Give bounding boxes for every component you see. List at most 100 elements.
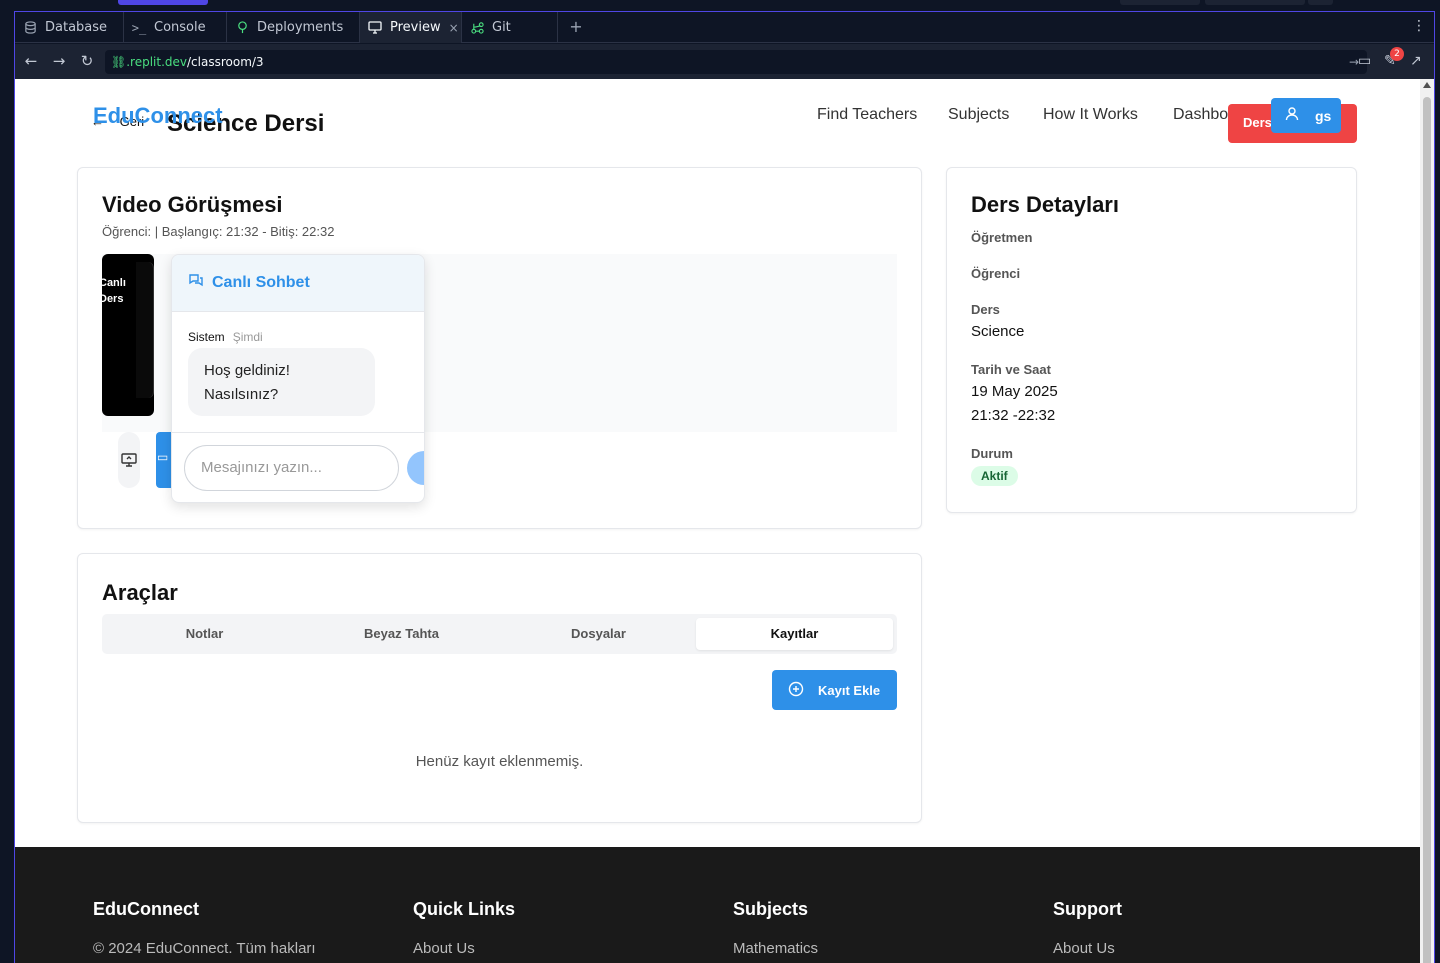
footer-column: EduConnect © 2024 EduConnect. Tüm haklar… <box>93 899 316 957</box>
reload-icon[interactable]: ↻ <box>79 53 95 69</box>
add-record-button[interactable]: Kayıt Ekle <box>772 670 897 710</box>
video-call-card: Video Görüşmesi Öğrenci: | Başlangıç: 21… <box>77 167 922 529</box>
url-domain: .replit.dev <box>126 55 188 69</box>
notification-badge: 2 <box>1390 47 1404 61</box>
message-sender: Sistem <box>188 330 225 344</box>
message-line: Hoş geldiniz! <box>204 362 290 379</box>
footer-link[interactable]: About Us <box>1053 940 1122 957</box>
tab-database[interactable]: Database <box>15 12 124 43</box>
screen-share-icon <box>121 453 137 467</box>
close-icon[interactable]: × <box>449 21 459 35</box>
footer-column: Quick Links About Us <box>413 899 515 957</box>
git-icon <box>470 21 484 35</box>
more-menu-icon[interactable]: ⋮ <box>1412 18 1426 34</box>
footer-copyright: © 2024 EduConnect. Tüm hakları <box>93 940 316 957</box>
open-new-tab-icon[interactable]: ↗ <box>1410 53 1422 69</box>
status-badge: Aktif <box>971 466 1018 486</box>
ide-top-tab[interactable] <box>1205 0 1305 5</box>
page-scrollbar[interactable] <box>1420 79 1434 963</box>
preview-viewport: ← Geri Science Dersi EduConnect Find Tea… <box>15 79 1420 963</box>
time-value: 21:32 -22:32 <box>971 407 1056 424</box>
site-footer: EduConnect © 2024 EduConnect. Tüm haklar… <box>15 847 1420 963</box>
chat-footer: Mesajınızı yazın... <box>172 432 424 502</box>
tools-card: Araçlar Notlar Beyaz Tahta Dosyalar Kayı… <box>77 553 922 823</box>
tab-label: Console <box>154 20 206 35</box>
add-tab-button[interactable]: + <box>567 18 585 36</box>
video-frame-edge <box>136 262 154 398</box>
nav-how-it-works[interactable]: How It Works <box>1043 106 1138 124</box>
nav-subjects[interactable]: Subjects <box>948 106 1009 124</box>
tab-files[interactable]: Dosyalar <box>500 618 697 650</box>
devices-icon[interactable]: ▭ <box>1358 53 1371 69</box>
footer-heading: EduConnect <box>93 899 199 919</box>
link-icon: ⛓ <box>111 55 127 69</box>
message-bubble: Hoş geldiniz! Nasılsınız? <box>188 348 375 416</box>
teacher-label: Öğretmen <box>971 230 1033 245</box>
tab-label: Database <box>45 20 108 35</box>
subject-value: Science <box>971 323 1025 340</box>
send-button[interactable] <box>407 451 424 485</box>
student-label: Öğrenci <box>971 266 1021 281</box>
tab-recordings[interactable]: Kayıtlar <box>696 618 893 650</box>
chat-panel: Canlı Sohbet Sistem Şimdi Hoş geldiniz! N… <box>171 254 425 503</box>
plus-circle-icon <box>788 681 804 700</box>
back-arrow-icon[interactable]: ← <box>23 53 39 69</box>
lesson-details-card: Ders Detayları Öğretmen Öğrenci Ders Sci… <box>946 167 1357 513</box>
footer-link[interactable]: About Us <box>413 940 515 957</box>
ide-top-tab[interactable] <box>1120 0 1200 5</box>
tab-label: Git <box>492 20 511 35</box>
forward-arrow-icon[interactable]: → <box>51 53 67 69</box>
tools-title: Araçlar <box>102 580 178 605</box>
status-label: Durum <box>971 446 1013 461</box>
ide-tab-bar: Database >_ Console Deployments Preview … <box>15 12 1434 43</box>
video-subtitle: Öğrenci: | Başlangıç: 21:32 - Bitiş: 22:… <box>102 224 335 239</box>
tab-notes[interactable]: Notlar <box>106 618 303 650</box>
tab-deployments[interactable]: Deployments <box>227 12 360 43</box>
footer-link[interactable]: Mathematics <box>733 940 818 957</box>
tab-git[interactable]: Git <box>462 12 558 43</box>
console-icon: >_ <box>131 20 147 35</box>
video-title: Video Görüşmesi <box>102 192 283 217</box>
scrollbar-thumb[interactable] <box>1423 97 1431 963</box>
ide-top-tab[interactable] <box>1308 0 1333 5</box>
message-time: Şimdi <box>232 330 263 344</box>
user-initials: gs <box>1315 107 1332 124</box>
details-title: Ders Detayları <box>971 192 1119 217</box>
chat-bubbles-icon <box>188 273 204 294</box>
tools-tabs: Notlar Beyaz Tahta Dosyalar Kayıtlar <box>102 614 897 654</box>
tab-whiteboard[interactable]: Beyaz Tahta <box>303 618 500 650</box>
chat-toggle-button[interactable]: ▭ <box>156 432 172 488</box>
deployments-icon <box>235 21 249 35</box>
url-field[interactable]: ⛓.replit.dev/classroom/3 → <box>105 50 1367 74</box>
screen-share-button[interactable] <box>118 432 140 488</box>
scroll-up-arrow-icon[interactable] <box>1423 82 1431 88</box>
date-value: 19 May 2025 <box>971 383 1058 400</box>
tab-label: Deployments <box>257 20 344 35</box>
chat-message-input[interactable]: Mesajınızı yazın... <box>184 445 399 491</box>
message-line: Nasılsınız? <box>204 386 279 403</box>
ide-top-tab[interactable] <box>118 0 208 5</box>
local-video: Canlı Ders Ö <box>102 254 154 416</box>
tab-console[interactable]: >_ Console <box>124 12 227 43</box>
nav-find-teachers[interactable]: Find Teachers <box>817 106 917 124</box>
live-label: Canlı <box>102 277 126 289</box>
empty-state-text: Henüz kayıt eklenmemiş. <box>415 753 584 770</box>
chat-icon: ▭ <box>157 450 169 464</box>
brand-logo[interactable]: EduConnect <box>93 103 223 129</box>
live-label: Ders <box>102 293 124 305</box>
ide-pane: Database >_ Console Deployments Preview … <box>14 11 1435 963</box>
footer-column: Support About Us <box>1053 899 1122 957</box>
monitor-icon <box>368 21 382 35</box>
datetime-label: Tarih ve Saat <box>971 362 1051 377</box>
user-menu-button[interactable]: gs <box>1271 98 1341 133</box>
footer-heading: Quick Links <box>413 899 516 919</box>
footer-column: Subjects Mathematics <box>733 899 818 957</box>
chat-title: Canlı Sohbet <box>212 274 310 291</box>
message-meta: Sistem Şimdi <box>188 330 263 344</box>
footer-heading: Support <box>1053 899 1122 919</box>
database-icon <box>23 21 37 35</box>
url-path: /classroom/3 <box>187 55 264 69</box>
tab-preview[interactable]: Preview × <box>360 12 462 43</box>
add-record-label: Kayıt Ekle <box>818 682 881 698</box>
user-icon <box>1285 107 1299 124</box>
